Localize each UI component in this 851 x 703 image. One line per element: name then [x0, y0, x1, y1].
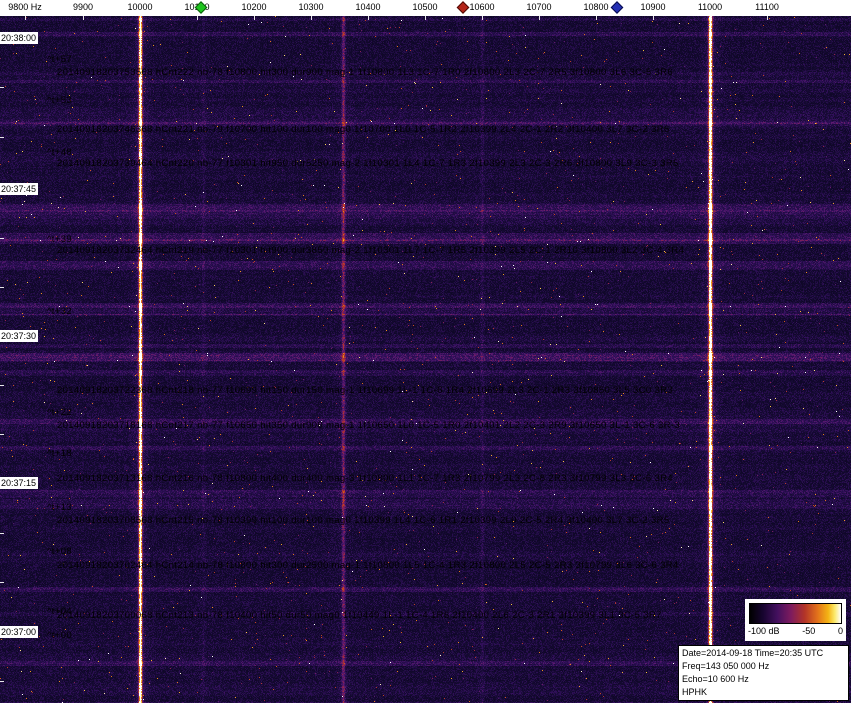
- time-tick-label: 20:37:30: [0, 330, 39, 342]
- time-tick-label: 20:37:15: [0, 477, 39, 489]
- echo-data-line: 20140918203732464 hCnt219 nb-77 f10301 h…: [57, 245, 685, 256]
- freq-tick-label: 10800: [583, 2, 609, 12]
- db-max-label: 0: [837, 626, 843, 636]
- red-diamond-icon: [456, 1, 470, 14]
- info-box: Date=2014-09-18 Time=20:35 UTC Freq=143 …: [678, 645, 849, 701]
- db-color-scale: -100 dB -50 0: [745, 599, 846, 641]
- db-min-label: -100 dB: [748, 626, 780, 636]
- echo-data-line: 20140918203713168 hCnt216 nb-78 f10800 h…: [57, 473, 673, 484]
- time-tick-label: 20:38:00: [0, 32, 39, 44]
- echo-data-line: 20140918203702464 hCnt214 nb-78 f10800 h…: [57, 560, 679, 571]
- echo-data-line: 20140918203753568 hCnt222 nb-78 f10800 h…: [57, 67, 673, 78]
- freq-tick-label: 10500: [412, 2, 438, 12]
- echo-data-line: 20140918203718168 hCnt217 nb-77 f10650 h…: [57, 420, 680, 431]
- freq-tick-label: 10300: [298, 2, 324, 12]
- freq-tick-label: 10900: [640, 2, 666, 12]
- freq-tick-label: 10600: [469, 2, 495, 12]
- db-scale-labels: -100 dB -50 0: [748, 626, 843, 637]
- echo-data-line: 20140918203722368 hCnt218 nb-77 f10699 h…: [57, 385, 673, 396]
- db-gradient-bar: [749, 603, 842, 624]
- time-tick-label: 20:37:00: [0, 626, 39, 638]
- freq-tick-label: 10000: [127, 2, 153, 12]
- echo-data-line: 20140918203700068 hCnt213 nb-78 f10400 h…: [57, 610, 662, 621]
- freq-tick-label: 11100: [755, 2, 779, 12]
- freq-tick-label: 10200: [241, 2, 267, 12]
- spectrogram-window: 9800 Hz990010000101001020010300104001050…: [0, 0, 851, 703]
- info-echo-frequency: Echo=10 600 Hz: [682, 674, 749, 684]
- freq-tick-label: 11000: [697, 2, 723, 12]
- freq-tick-label: 9800 Hz: [8, 2, 42, 12]
- info-station-id: HPHK: [682, 687, 708, 697]
- db-mid-label: -50: [802, 626, 816, 636]
- info-frequency: Freq=143 050 000 Hz: [682, 661, 770, 671]
- frequency-ruler: 9800 Hz990010000101001020010300104001050…: [0, 0, 851, 16]
- freq-tick-label: 9900: [72, 2, 94, 12]
- annotations: ^t+57 20140918203753568 hCnt222 nb-78 f10…: [0, 0, 851, 703]
- info-date-time: Date=2014-09-18 Time=20:35 UTC: [682, 648, 824, 658]
- blue-diamond-icon: [610, 1, 624, 14]
- time-axis: 20:38:00 20:37:45 20:37:30 20:37:15 20:37:00: [0, 0, 60, 703]
- time-tick-label: 20:37:45: [0, 183, 39, 195]
- freq-tick-label: 10400: [355, 2, 381, 12]
- freq-tick-label: 10700: [526, 2, 552, 12]
- echo-data-line: 20140918203739464 hCnt220 nb-77 f10301 h…: [57, 158, 679, 169]
- echo-data-line: 20140918203708568 hCnt215 nb-78 f10399 h…: [57, 515, 670, 526]
- echo-data-line: 20140918203748368 hCnt221 nb-79 f10700 h…: [57, 124, 670, 135]
